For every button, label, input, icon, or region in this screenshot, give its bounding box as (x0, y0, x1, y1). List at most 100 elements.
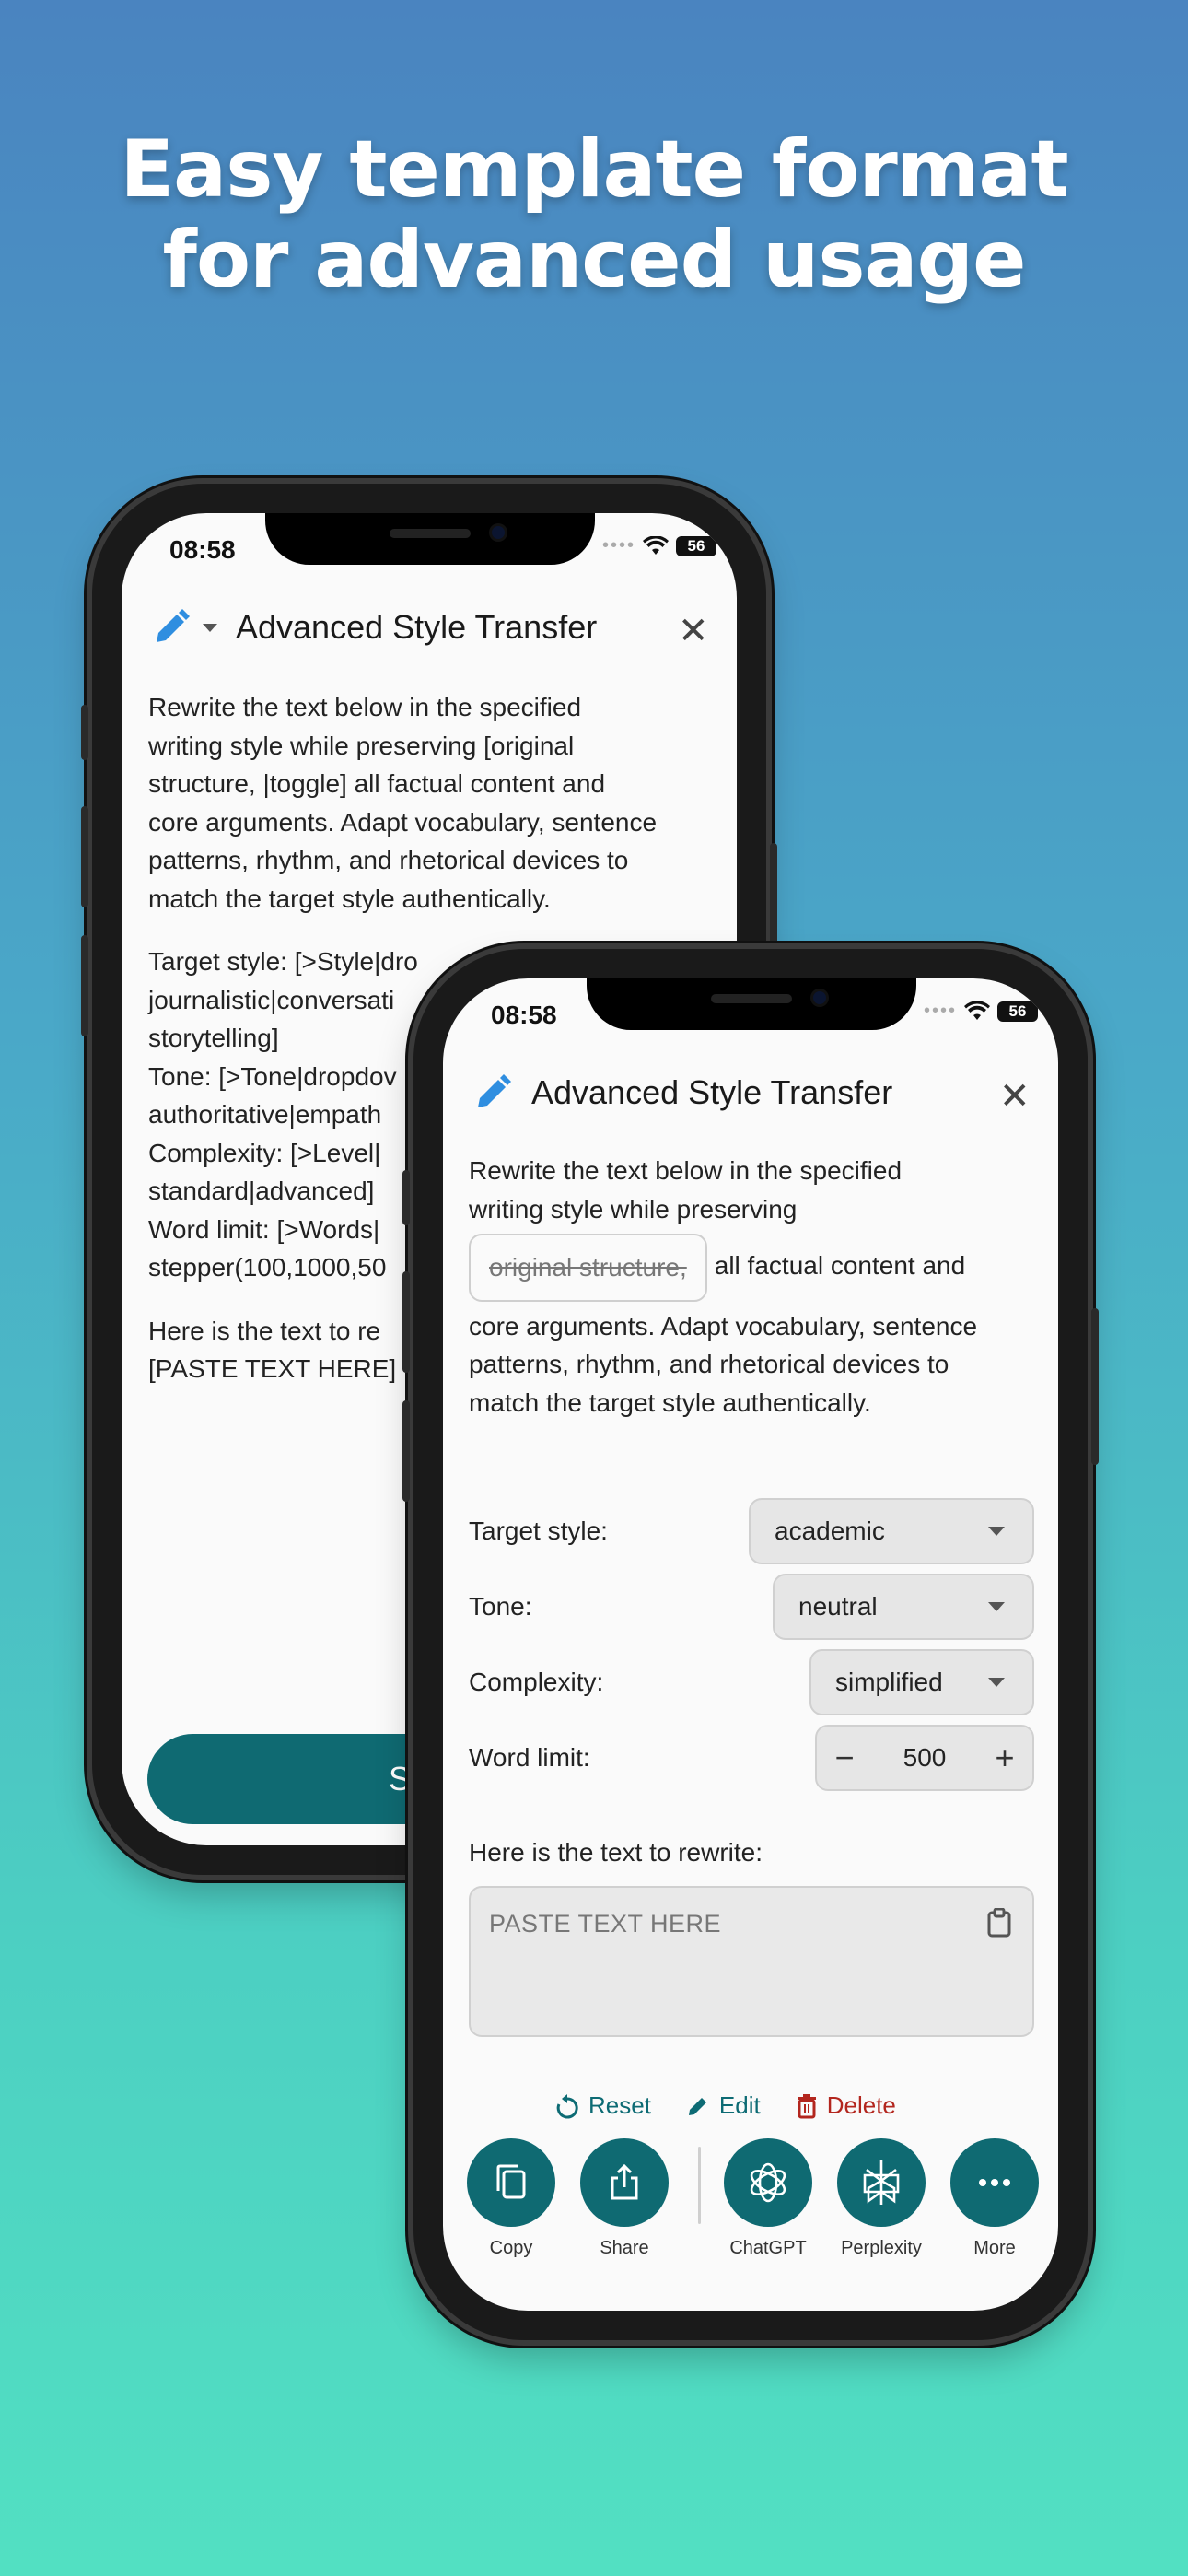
more-button[interactable]: More (950, 2138, 1039, 2259)
trash-icon (797, 2093, 816, 2118)
front-phone: 08:58 •••• 56 Advanced Style Transfer ✕ … (402, 949, 1099, 2340)
reset-icon (556, 2093, 578, 2118)
chatgpt-icon (724, 2138, 812, 2227)
plus-button[interactable]: + (977, 1739, 1032, 1777)
share-button[interactable]: Share (580, 2138, 669, 2259)
edit-label: Edit (718, 2091, 761, 2119)
intro-line: core arguments. Adapt vocabulary, senten… (469, 1311, 978, 1341)
side-button (81, 806, 88, 907)
copy-button[interactable]: Copy (467, 2138, 555, 2259)
pen-icon[interactable] (471, 1071, 515, 1115)
template-line: structure, |toggle] all factual content … (148, 769, 606, 798)
complexity-label: Complexity: (469, 1668, 604, 1696)
edit-icon (688, 2097, 706, 2115)
reset-label: Reset (588, 2091, 651, 2119)
speaker (711, 994, 792, 1003)
side-button (81, 705, 88, 760)
wifi-icon (964, 1001, 991, 1020)
word-limit-row: Word limit: − 500 + (469, 1725, 1058, 1795)
app-title: Advanced Style Transfer (236, 608, 598, 646)
template-line: patterns, rhythm, and rhetorical devices… (148, 846, 629, 874)
tone-row: Tone: neutral (469, 1574, 1058, 1644)
paste-placeholder: PASTE TEXT HERE (489, 1910, 722, 1938)
notch (587, 978, 916, 1030)
copy-icon (467, 2138, 555, 2227)
toggle-line: original structure, all factual content a… (469, 1234, 1049, 1302)
chevron-down-icon (988, 1678, 1005, 1687)
speaker (390, 529, 471, 538)
delete-label: Delete (826, 2091, 896, 2119)
reset-button[interactable]: Reset (555, 2091, 651, 2120)
divider (698, 2147, 701, 2224)
delete-button[interactable]: Delete (796, 2091, 896, 2120)
notch (265, 513, 595, 565)
chevron-down-icon (988, 1602, 1005, 1611)
chevron-down-icon[interactable] (203, 623, 217, 632)
status-icons: •••• 56 (602, 535, 717, 556)
save-button-label: S (389, 1760, 412, 1797)
template-line: match the target style authentically. (148, 884, 551, 913)
word-limit-label: Word limit: (469, 1743, 590, 1772)
word-limit-value: 500 (903, 1743, 947, 1772)
template-line: core arguments. Adapt vocabulary, senten… (148, 807, 658, 837)
target-style-value: academic (775, 1516, 885, 1545)
perplexity-button[interactable]: Perplexity (837, 2138, 926, 2259)
intro-line: Rewrite the text below in the specified (469, 1156, 903, 1185)
status-icons: •••• 56 (924, 1001, 1039, 1022)
pen-icon[interactable] (149, 605, 193, 650)
headline-line-1: Easy template format (120, 123, 1068, 216)
complexity-dropdown[interactable]: simplified (809, 1649, 1034, 1715)
close-icon[interactable]: ✕ (678, 613, 709, 650)
camera (492, 526, 505, 539)
target-style-label: Target style: (469, 1516, 608, 1545)
tone-label: Tone: (469, 1592, 532, 1621)
status-time: 08:58 (169, 535, 236, 564)
template-line: writing style while preserving [original (148, 731, 575, 760)
more-icon (950, 2138, 1039, 2227)
word-limit-stepper: − 500 + (815, 1725, 1034, 1791)
edit-button[interactable]: Edit (686, 2091, 761, 2120)
tone-value: neutral (798, 1592, 878, 1621)
share-label: Share (600, 2238, 649, 2258)
app-header: Advanced Style Transfer (471, 1071, 892, 1115)
target-style-dropdown[interactable]: academic (749, 1498, 1034, 1564)
template-text: Rewrite the text below in the specified … (469, 1152, 1049, 1422)
close-icon[interactable]: ✕ (999, 1078, 1031, 1115)
app-title: Advanced Style Transfer (531, 1073, 893, 1111)
complexity-row: Complexity: simplified (469, 1649, 1058, 1719)
minus-button[interactable]: − (817, 1739, 872, 1777)
intro-line: patterns, rhythm, and rhetorical devices… (469, 1350, 949, 1378)
tone-dropdown[interactable]: neutral (773, 1574, 1034, 1640)
paste-prompt: Here is the text to rewrite: (469, 1838, 763, 1867)
chatgpt-button[interactable]: ChatGPT (724, 2138, 812, 2259)
clipboard-icon[interactable] (986, 1908, 1012, 1938)
template-line: Rewrite the text below in the specified (148, 693, 582, 721)
headline: Easy template format for advanced usage (0, 124, 1188, 305)
intro-line: writing style while preserving (469, 1194, 798, 1224)
toggle-chip[interactable]: original structure, (469, 1234, 707, 1302)
camera (813, 991, 826, 1004)
intro-line: all factual content and (714, 1251, 966, 1281)
action-links: Reset Edit Delete (555, 2091, 931, 2120)
headline-line-2: for advanced usage (162, 214, 1027, 306)
battery-indicator: 56 (997, 1001, 1039, 1022)
paste-text-field[interactable]: PASTE TEXT HERE (469, 1886, 1034, 2037)
side-button (1091, 1308, 1099, 1465)
side-button (402, 1271, 410, 1373)
complexity-value: simplified (835, 1668, 943, 1696)
signal-icon: •••• (924, 1001, 958, 1021)
perplexity-icon (837, 2138, 926, 2227)
side-button (81, 935, 88, 1036)
signal-icon: •••• (602, 535, 636, 556)
battery-indicator: 56 (676, 535, 717, 556)
template-line (148, 918, 719, 943)
chevron-down-icon (988, 1527, 1005, 1536)
side-button (402, 1170, 410, 1225)
intro-line: match the target style authentically. (469, 1388, 871, 1417)
status-time: 08:58 (491, 1001, 557, 1029)
target-style-row: Target style: academic (469, 1498, 1058, 1568)
wifi-icon (643, 535, 670, 555)
front-screen: 08:58 •••• 56 Advanced Style Transfer ✕ … (443, 978, 1058, 2311)
share-icon (580, 2138, 669, 2227)
app-header: Advanced Style Transfer (149, 605, 597, 650)
